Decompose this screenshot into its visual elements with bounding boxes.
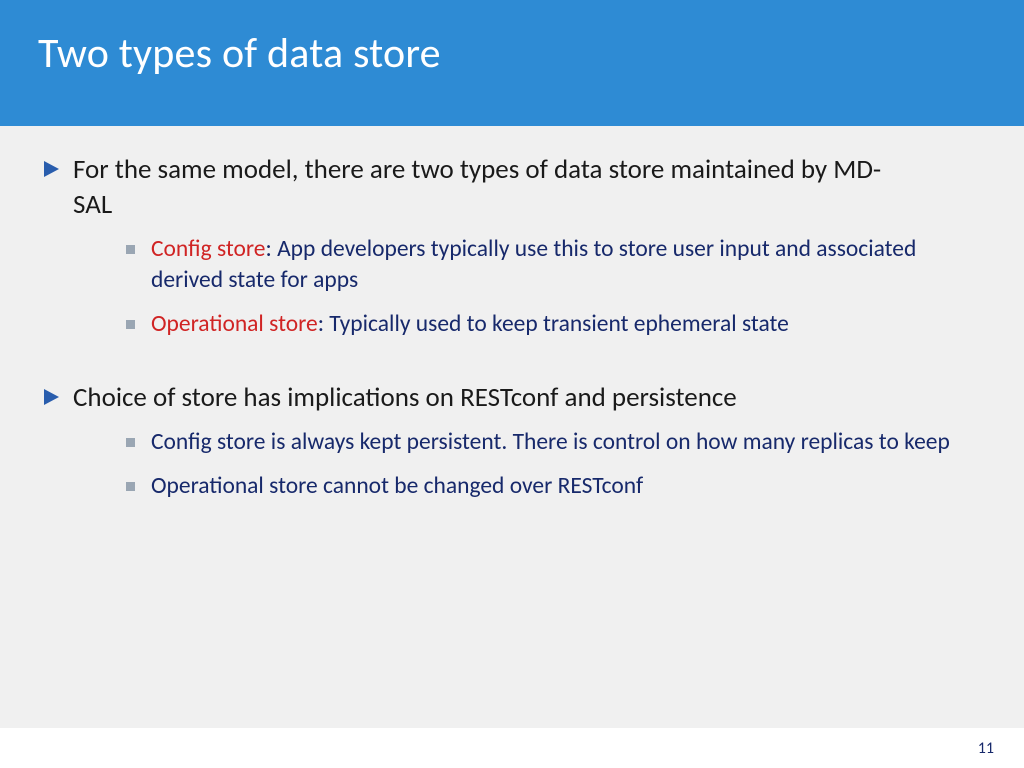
- store-desc: : Typically used to keep transient ephem…: [318, 310, 789, 338]
- slide-title: Two types of data store: [38, 28, 986, 79]
- sub-bullet-item: Operational store: Typically used to kee…: [126, 309, 980, 340]
- store-label: Operational store: [151, 310, 318, 338]
- square-bullet-icon: [126, 438, 135, 447]
- sub-bullet-text: Operational store cannot be changed over…: [151, 471, 643, 502]
- bullet-text: Choice of store has implications on REST…: [73, 380, 737, 415]
- sub-bullet-text: Operational store: Typically used to kee…: [151, 309, 789, 340]
- square-bullet-icon: [126, 245, 135, 254]
- triangle-bullet-icon: [44, 389, 59, 405]
- sub-list: Config store: App developers typically u…: [126, 234, 980, 340]
- triangle-bullet-icon: [44, 161, 59, 177]
- bullet-item: Choice of store has implications on REST…: [44, 380, 980, 415]
- square-bullet-icon: [126, 320, 135, 329]
- slide-header: Two types of data store: [0, 0, 1024, 126]
- slide-content: For the same model, there are two types …: [0, 126, 1024, 502]
- sub-bullet-item: Config store is always kept persistent. …: [126, 427, 980, 458]
- sub-bullet-text: Config store: App developers typically u…: [151, 234, 951, 295]
- bullet-text: For the same model, there are two types …: [73, 152, 893, 222]
- bullet-item: For the same model, there are two types …: [44, 152, 980, 222]
- slide-footer: 11: [0, 728, 1024, 768]
- sub-bullet-item: Operational store cannot be changed over…: [126, 471, 980, 502]
- sub-list: Config store is always kept persistent. …: [126, 427, 980, 502]
- store-label: Config store: [151, 235, 265, 263]
- square-bullet-icon: [126, 482, 135, 491]
- store-desc: : App developers typically use this to s…: [151, 235, 916, 294]
- sub-bullet-text: Config store is always kept persistent. …: [151, 427, 950, 458]
- sub-bullet-item: Config store: App developers typically u…: [126, 234, 980, 295]
- page-number: 11: [978, 739, 994, 758]
